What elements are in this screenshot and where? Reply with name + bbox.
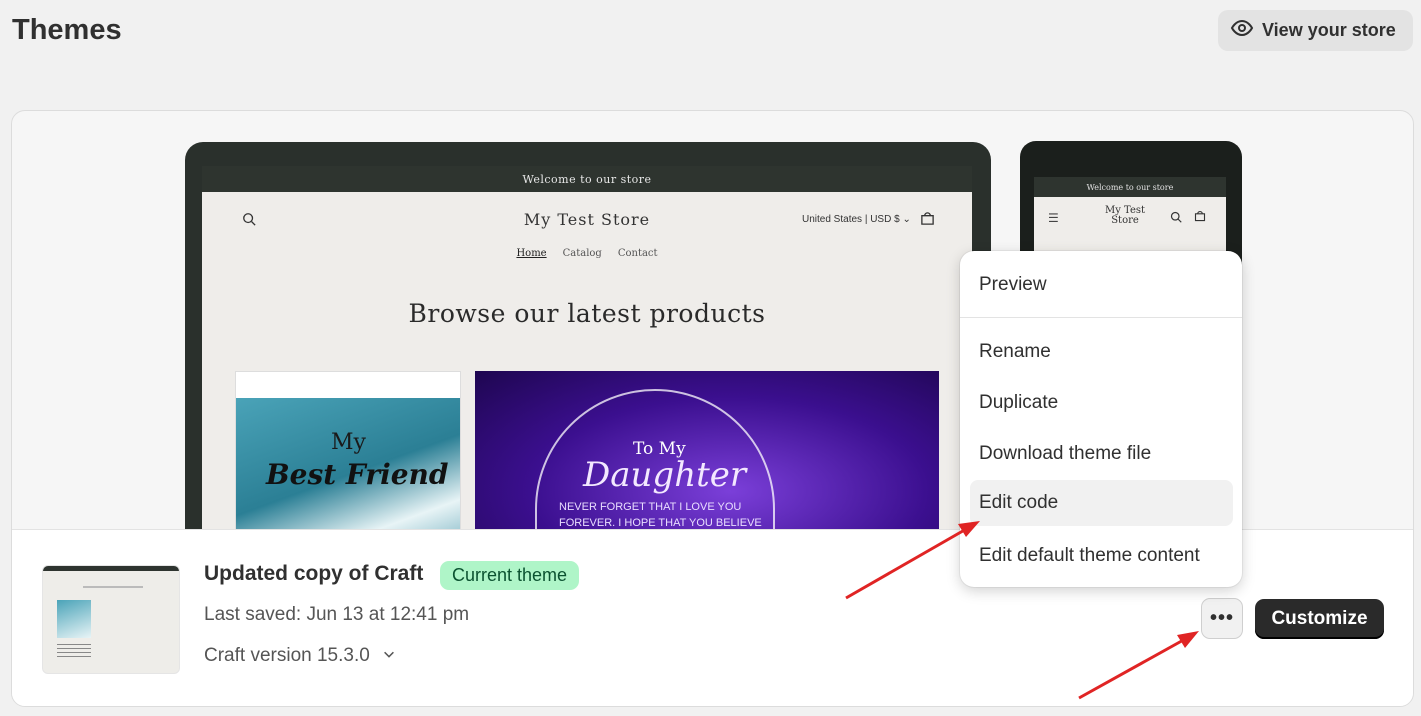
- last-saved: Last saved: Jun 13 at 12:41 pm: [204, 604, 470, 625]
- view-store-button[interactable]: View your store: [1218, 10, 1413, 51]
- desktop-preview-screen: Welcome to our store My Test Store Unite…: [202, 166, 972, 562]
- menu-item-rename[interactable]: Rename: [970, 329, 1233, 375]
- thumbnail-text: [57, 644, 91, 658]
- theme-name: Updated copy of Craft: [204, 562, 424, 585]
- thumbnail-image: [57, 600, 91, 638]
- chevron-down-icon: [382, 645, 396, 667]
- nav-contact: Contact: [617, 248, 658, 259]
- store-nav: Home Catalog Contact: [202, 248, 972, 259]
- hero-heading: Browse our latest products: [408, 299, 766, 328]
- product-text-line: My: [331, 430, 366, 455]
- store-header: My Test Store United States | USD $ ⌄: [202, 192, 972, 248]
- page-title: Themes: [12, 14, 122, 46]
- eye-icon: [1230, 16, 1254, 45]
- hamburger-icon: ☰: [1048, 211, 1059, 225]
- product-text-line: Daughter: [583, 455, 747, 495]
- menu-item-download-theme-file[interactable]: Download theme file: [970, 431, 1233, 477]
- mobile-announcement-bar: Welcome to our store: [1034, 177, 1226, 197]
- locale-selector: United States | USD $ ⌄: [802, 214, 911, 225]
- nav-home: Home: [516, 248, 547, 259]
- menu-item-preview[interactable]: Preview: [970, 262, 1233, 308]
- product-text-line: NEVER FORGET THAT I LOVE YOU: [559, 501, 742, 513]
- announcement-bar: Welcome to our store: [202, 166, 972, 192]
- mobile-header: ☰ My Test Store: [1034, 197, 1226, 237]
- customize-button[interactable]: Customize: [1255, 599, 1384, 639]
- desktop-preview[interactable]: Welcome to our store My Test Store Unite…: [185, 142, 991, 562]
- product-text-line: Best Friend: [266, 458, 449, 491]
- nav-catalog: Catalog: [562, 248, 602, 259]
- menu-item-edit-code[interactable]: Edit code: [970, 480, 1233, 526]
- theme-version[interactable]: Craft version 15.3.0: [204, 645, 396, 667]
- more-actions-button[interactable]: •••: [1201, 598, 1243, 639]
- mobile-store-name: My Test Store: [1104, 205, 1146, 226]
- product-text-block: NEVER FORGET THAT I LOVE YOU FOREVER. I …: [559, 499, 762, 531]
- thumbnail-line: [83, 586, 143, 588]
- chevron-down-icon: ⌄: [902, 214, 911, 225]
- menu-divider: [960, 317, 1242, 318]
- view-store-label: View your store: [1262, 20, 1396, 40]
- menu-item-duplicate[interactable]: Duplicate: [970, 380, 1233, 426]
- thumbnail-bar: [43, 566, 179, 571]
- locale-label: United States | USD $: [802, 214, 900, 225]
- cart-icon: [1194, 209, 1206, 222]
- current-theme-badge: Current theme: [440, 561, 580, 590]
- theme-thumbnail: [42, 565, 180, 674]
- version-label: Craft version 15.3.0: [204, 645, 370, 666]
- cart-icon: [920, 211, 936, 227]
- search-icon: [1170, 210, 1182, 223]
- theme-actions-menu: Preview Rename Duplicate Download theme …: [960, 251, 1242, 587]
- menu-item-edit-default-theme-content[interactable]: Edit default theme content: [970, 533, 1233, 579]
